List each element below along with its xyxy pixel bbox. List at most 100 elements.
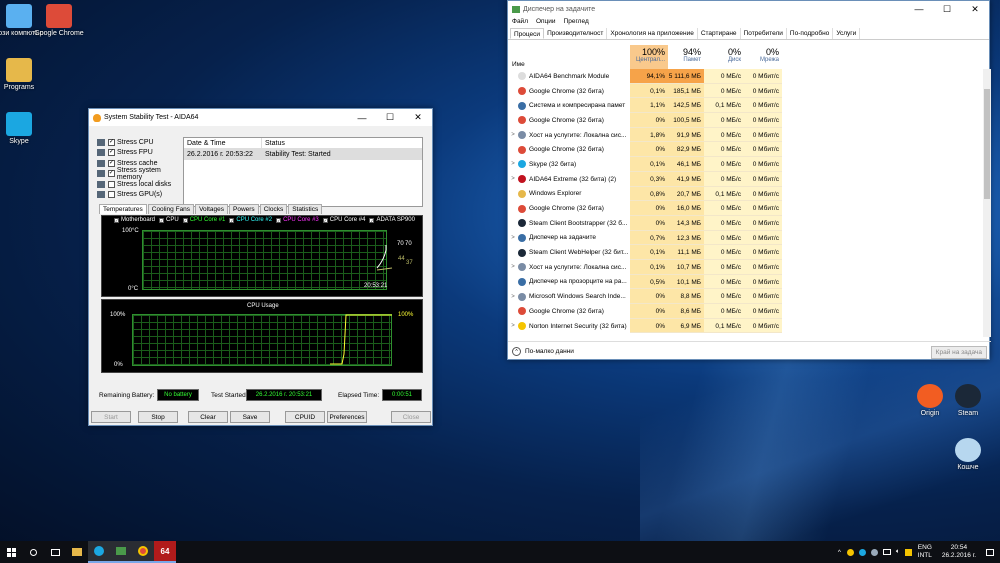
tab-cooling-fans[interactable]: Cooling Fans [147,204,195,214]
legend-item[interactable]: ✓ CPU Core #3 [276,217,319,223]
stress-checkbox[interactable]: ✓ [107,170,115,178]
expand-chevron-icon[interactable]: > [508,264,518,270]
col-disk[interactable]: 0% Диск [704,45,744,69]
stop-button[interactable]: Stop [138,411,178,423]
desktop-skype-shortcut[interactable]: Skype [0,112,49,146]
legend-checkbox[interactable]: ✓ [369,217,375,223]
table-row[interactable]: > Skype (32 бита) 0,1% 46,1 МБ 0 МБ/с 0 Мбит/… [508,157,991,172]
tray-chevron-icon[interactable]: ^ [838,549,841,556]
stress-option[interactable]: ✓ Stress system memory [97,167,187,181]
table-row[interactable]: > Хост на услугите: Локална сис... 0,1% 10,… [508,259,991,275]
legend-checkbox[interactable]: ✓ [322,217,328,223]
table-row[interactable]: Steam Client Bootstrapper (32 б... 0% 14,3… [508,215,991,231]
legend-checkbox[interactable]: ✓ [276,217,282,223]
col-memory[interactable]: 94% Памет [668,45,704,69]
less-details-button[interactable]: ^ По-малко данни [512,347,574,356]
tm-tab[interactable]: Хронология на приложение [607,28,698,39]
table-row[interactable]: Google Chrome (32 бита) 0% 82,9 МБ 0 МБ/с 0 … [508,142,991,158]
table-row[interactable]: Steam Client WebHelper (32 бит... 0,1% 11,… [508,245,991,260]
col-date-time[interactable]: Date & Time [184,138,262,148]
legend-checkbox[interactable]: ✓ [182,217,188,223]
taskbar-explorer[interactable] [66,541,88,563]
cpuid-button[interactable]: CPUID [285,411,325,423]
task-view-button[interactable] [44,541,66,563]
tray-skype-icon[interactable] [858,548,866,556]
table-row[interactable]: Google Chrome (32 бита) 0% 100,5 МБ 0 МБ/с 0… [508,113,991,128]
expand-chevron-icon[interactable]: > [508,176,518,182]
close-button[interactable]: ✕ [404,109,432,126]
tab-temperatures[interactable]: Temperatures [99,204,147,214]
tm-tab[interactable]: По-подробно [787,28,834,39]
tm-title-bar[interactable]: Диспечер на задачите — ☐ ✕ [508,1,989,17]
maximize-button[interactable]: ☐ [376,109,404,126]
tm-minimize-button[interactable]: — [905,1,933,18]
taskbar-aida64[interactable]: 64 [154,541,176,563]
taskbar-chrome[interactable] [132,541,154,563]
table-row[interactable]: > AIDA64 Extreme (32 бита) (2) 0,3% 41,9 МБ… [508,171,991,187]
stress-checkbox[interactable] [108,180,115,188]
legend-item[interactable]: ✓ Motherboard [114,217,155,223]
tm-tab[interactable]: Услуги [833,28,861,39]
tab-voltages[interactable]: Voltages [195,204,228,214]
table-row[interactable]: > Диспечер на задачите 0,7% 12,3 МБ 0 МБ/с 0 … [508,230,991,246]
clear-button[interactable]: Clear [188,411,228,423]
close-button[interactable]: Close [391,411,431,423]
legend-checkbox[interactable]: ✓ [229,217,235,223]
end-task-button[interactable]: Край на задача [930,346,987,359]
menu-item[interactable]: Файл [512,18,528,27]
search-button[interactable] [22,541,44,563]
desktop-recycle-bin-shortcut[interactable]: Кошче [938,438,998,472]
preferences-button[interactable]: Preferences [327,411,367,423]
clock[interactable]: 20:54 26.2.2016 г. [942,544,976,560]
tab-powers[interactable]: Powers [229,204,259,214]
table-row[interactable]: Windows Explorer 0,8% 20,7 МБ 0,1 МБ/с 0 Мби… [508,186,991,202]
expand-chevron-icon[interactable]: > [508,161,518,167]
stress-checkbox[interactable]: ✓ [108,159,115,167]
tray-network-icon[interactable] [882,549,891,555]
legend-item[interactable]: ✓ ADATA SP900 [369,217,415,223]
tm-tab[interactable]: Потребители [741,28,787,39]
legend-item[interactable]: ✓ CPU Core #4 [322,217,365,223]
tm-tab[interactable]: Процеси [510,28,545,39]
tm-scrollbar[interactable] [983,69,991,337]
tm-close-button[interactable]: ✕ [961,1,989,18]
menu-item[interactable]: Преглед [564,18,589,27]
desktop-folder-shortcut[interactable]: Programs [0,58,49,92]
tray-antivirus-icon[interactable] [904,548,912,556]
stress-option[interactable]: ✓ Stress CPU [97,137,187,148]
tm-tab[interactable]: Стартиране [698,28,741,39]
table-row[interactable]: 26.2.2016 г. 20:53:22 Stability Test: Sta… [184,149,422,160]
expand-chevron-icon[interactable]: > [508,294,518,300]
legend-checkbox[interactable]: ✓ [114,217,119,223]
language-indicator[interactable]: ENG INTL [918,544,932,560]
tm-tab[interactable]: Производителност [544,28,608,39]
start-button[interactable] [0,541,22,563]
table-row[interactable]: Google Chrome (32 бита) 0% 8,6 МБ 0 МБ/с 0 М… [508,304,991,319]
menu-item[interactable]: Опции [536,18,556,27]
tab-statistics[interactable]: Statistics [288,204,323,214]
tray-steam-icon[interactable] [870,548,878,556]
tab-clocks[interactable]: Clocks [259,204,288,214]
table-row[interactable]: > Norton Internet Security (32 бита) 0% 6,9… [508,318,991,334]
col-status[interactable]: Status [262,138,288,148]
legend-item[interactable]: ✓ CPU Core #1 [182,217,225,223]
stress-checkbox[interactable] [108,191,115,199]
col-name[interactable]: Име [508,45,568,69]
taskbar-task-manager[interactable] [110,541,132,563]
table-row[interactable]: Google Chrome (32 бита) 0% 16,0 МБ 0 МБ/с 0 … [508,201,991,216]
legend-checkbox[interactable]: ✓ [159,217,165,223]
expand-chevron-icon[interactable]: > [508,132,518,138]
save-button[interactable]: Save [230,411,270,423]
table-row[interactable]: Google Chrome (32 бита) 0,1% 185,1 МБ 0 МБ/… [508,83,991,99]
legend-item[interactable]: ✓ CPU [159,217,179,223]
taskbar-skype[interactable] [88,541,110,563]
stress-option[interactable]: ✓ Stress FPU [97,148,187,159]
stress-checkbox[interactable]: ✓ [108,149,115,157]
tm-maximize-button[interactable]: ☐ [933,1,961,18]
tray-app-icon[interactable] [846,548,854,556]
notifications-icon[interactable] [986,548,994,556]
legend-item[interactable]: ✓ CPU Core #2 [229,217,272,223]
minimize-button[interactable]: — [348,109,376,126]
table-row[interactable]: > Хост на услугите: Локална сис... 1,8% 91,… [508,127,991,143]
table-row[interactable]: Диспечер на прозорците на ра... 0,5% 10,1 … [508,274,991,290]
